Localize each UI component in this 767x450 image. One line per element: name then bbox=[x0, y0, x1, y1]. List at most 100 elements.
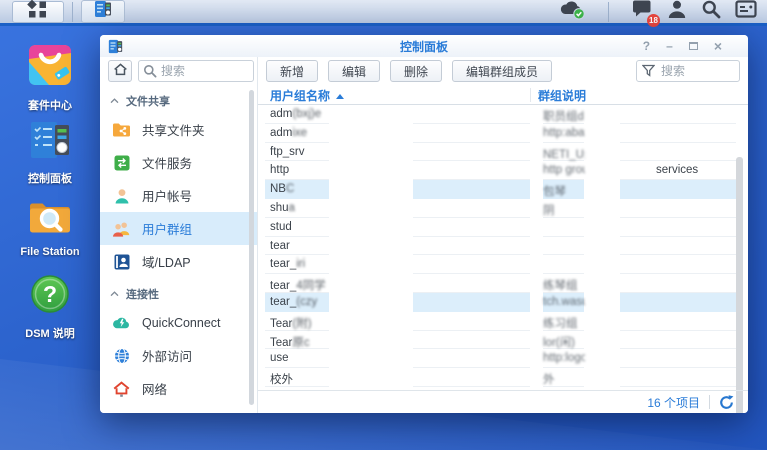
table-row[interactable]: shua 阴 bbox=[258, 199, 748, 218]
sidebar-item-label: 文件服务 bbox=[142, 153, 192, 172]
edit-button[interactable]: 编辑 bbox=[328, 60, 380, 82]
sidebar-item-label: 域/LDAP bbox=[142, 252, 191, 271]
table-row[interactable]: httphttp group intservices bbox=[258, 161, 748, 180]
sidebar-section-header[interactable]: 连接性 bbox=[100, 282, 257, 306]
sidebar-item-label: QuickConnect bbox=[142, 316, 221, 330]
row-segment bbox=[413, 368, 530, 387]
group-description-cell: lor(闲) bbox=[543, 334, 575, 350]
table-row[interactable]: adm(bxj)e职员组d bbox=[258, 105, 748, 124]
row-segment bbox=[413, 199, 530, 218]
desktop-icon-file-station[interactable]: File Station bbox=[10, 197, 90, 258]
row-segment bbox=[413, 105, 530, 124]
pilot-view-button[interactable] bbox=[735, 0, 757, 23]
group-name-cell: tear_iri bbox=[270, 258, 305, 270]
sidebar-item-quickconnect[interactable]: QuickConnect bbox=[100, 306, 257, 339]
control-panel-app-icon bbox=[94, 0, 112, 23]
table-row[interactable]: Tear(附)练习组 bbox=[258, 312, 748, 331]
main-menu-button[interactable] bbox=[12, 1, 64, 23]
table-row[interactable]: NBC 包琴 bbox=[258, 180, 748, 199]
table-row[interactable]: tear_4同学练琴组 bbox=[258, 274, 748, 293]
sidebar-item-domain-ldap[interactable]: 域/LDAP bbox=[100, 245, 257, 278]
pilot-view-icon bbox=[735, 0, 757, 23]
group-name-cell: ftp_srv bbox=[270, 146, 305, 158]
search-button[interactable] bbox=[701, 0, 721, 24]
group-description-cell: 阴 bbox=[543, 202, 555, 218]
taskbar-control-panel-app-button[interactable] bbox=[81, 0, 125, 23]
table-row[interactable]: stud bbox=[258, 218, 748, 237]
group-description-cell: http:logc bbox=[543, 352, 585, 364]
sidebar-item-dhcp-server[interactable]: DHCP Server bbox=[100, 405, 257, 413]
sidebar-item-user-group[interactable]: 用户群组 bbox=[100, 212, 257, 245]
refresh-button[interactable] bbox=[719, 395, 734, 410]
sidebar-item-shared-folder[interactable]: 共享文件夹 bbox=[100, 113, 257, 146]
group-name-cell: Tear原c bbox=[270, 334, 310, 350]
column-header-group-name[interactable]: 用户组名称 bbox=[270, 87, 344, 104]
table-scrollbar[interactable] bbox=[736, 157, 743, 413]
sidebar-item-file-services[interactable]: 文件服务 bbox=[100, 146, 257, 179]
row-segment bbox=[620, 349, 736, 368]
desktop-icon-control-panel[interactable]: 控制面板 bbox=[10, 121, 90, 186]
group-description-tail: services bbox=[656, 164, 698, 176]
table-row[interactable]: tear_iri bbox=[258, 255, 748, 274]
table-row[interactable]: 校外 外 bbox=[258, 368, 748, 387]
table-row[interactable]: tear bbox=[258, 237, 748, 256]
sidebar-section-title: 连接性 bbox=[126, 286, 159, 302]
table-row[interactable]: Tear原c lor(闲) bbox=[258, 331, 748, 350]
minimize-icon[interactable]: – bbox=[666, 40, 673, 52]
group-name-cell: tear bbox=[270, 240, 290, 252]
table-row[interactable]: usehttp:logc bbox=[258, 349, 748, 368]
svg-text:?: ? bbox=[43, 281, 57, 307]
desktop-icon-label: 控制面板 bbox=[28, 170, 72, 186]
column-header-group-description[interactable]: 群组说明 bbox=[538, 87, 586, 104]
sidebar-scrollbar[interactable] bbox=[249, 90, 254, 405]
dsm-help-icon: ? bbox=[30, 274, 70, 319]
row-segment bbox=[620, 293, 736, 312]
window-titlebar[interactable]: 控制面板 ? – × bbox=[100, 35, 748, 57]
sidebar-item-network[interactable]: 网络 bbox=[100, 372, 257, 405]
sidebar-item-label: 用户帐号 bbox=[142, 186, 192, 205]
row-segment bbox=[620, 105, 736, 124]
row-segment bbox=[620, 237, 736, 256]
sidebar-search-input[interactable] bbox=[138, 60, 254, 82]
delete-button[interactable]: 删除 bbox=[390, 60, 442, 82]
row-segment bbox=[620, 143, 736, 162]
row-segment bbox=[620, 312, 736, 331]
user-account-icon bbox=[112, 186, 131, 205]
row-segment bbox=[413, 274, 530, 293]
row-segment bbox=[413, 237, 530, 256]
home-icon bbox=[113, 62, 128, 81]
sidebar-item-external-access[interactable]: 外部访问 bbox=[100, 339, 257, 372]
group-description-cell: 包琴 bbox=[543, 183, 566, 199]
notifications-button[interactable]: 18 bbox=[631, 0, 653, 24]
home-button[interactable] bbox=[108, 60, 132, 82]
desktop-icon-dsm-help[interactable]: ? DSM 说明 bbox=[10, 274, 90, 341]
cloud-sync-status-button[interactable] bbox=[559, 0, 586, 25]
group-name-cell: NBC bbox=[270, 183, 294, 195]
user-menu-button[interactable] bbox=[667, 0, 687, 24]
group-name-cell: tear_4同学 bbox=[270, 277, 326, 293]
group-name-cell: 校外 bbox=[270, 371, 293, 387]
table-row[interactable]: admixehttp:abayu bbox=[258, 124, 748, 143]
sidebar-item-user-account[interactable]: 用户帐号 bbox=[100, 179, 257, 212]
desktop-icon-package-center[interactable]: 套件中心 bbox=[10, 44, 90, 113]
group-description-cell: http group int bbox=[543, 164, 585, 176]
table-row[interactable]: ftp_srv NETI_U组 bbox=[258, 143, 748, 162]
sidebar-section-header[interactable]: 文件共享 bbox=[100, 89, 257, 113]
sidebar-item-label: 共享文件夹 bbox=[142, 120, 205, 139]
help-icon[interactable]: ? bbox=[643, 40, 650, 52]
close-icon[interactable]: × bbox=[714, 39, 722, 53]
sort-ascending-icon bbox=[336, 94, 344, 99]
group-description-cell: NETI_U组 bbox=[543, 146, 585, 162]
search-icon bbox=[701, 0, 721, 24]
group-name-cell: shua bbox=[270, 202, 295, 214]
create-button[interactable]: 新增 bbox=[266, 60, 318, 82]
group-description-cell: 职员组d bbox=[543, 108, 584, 124]
table-filter-input[interactable] bbox=[636, 60, 740, 82]
file-services-icon bbox=[112, 153, 131, 172]
maximize-icon[interactable] bbox=[689, 42, 698, 50]
group-name-cell: tear_(czy bbox=[270, 296, 317, 308]
table-row[interactable]: tear_(czytch.wasu bbox=[258, 293, 748, 312]
footer-separator bbox=[709, 395, 710, 409]
edit-group-members-button[interactable]: 编辑群组成员 bbox=[452, 60, 552, 82]
group-description-cell: 外 bbox=[543, 371, 555, 387]
